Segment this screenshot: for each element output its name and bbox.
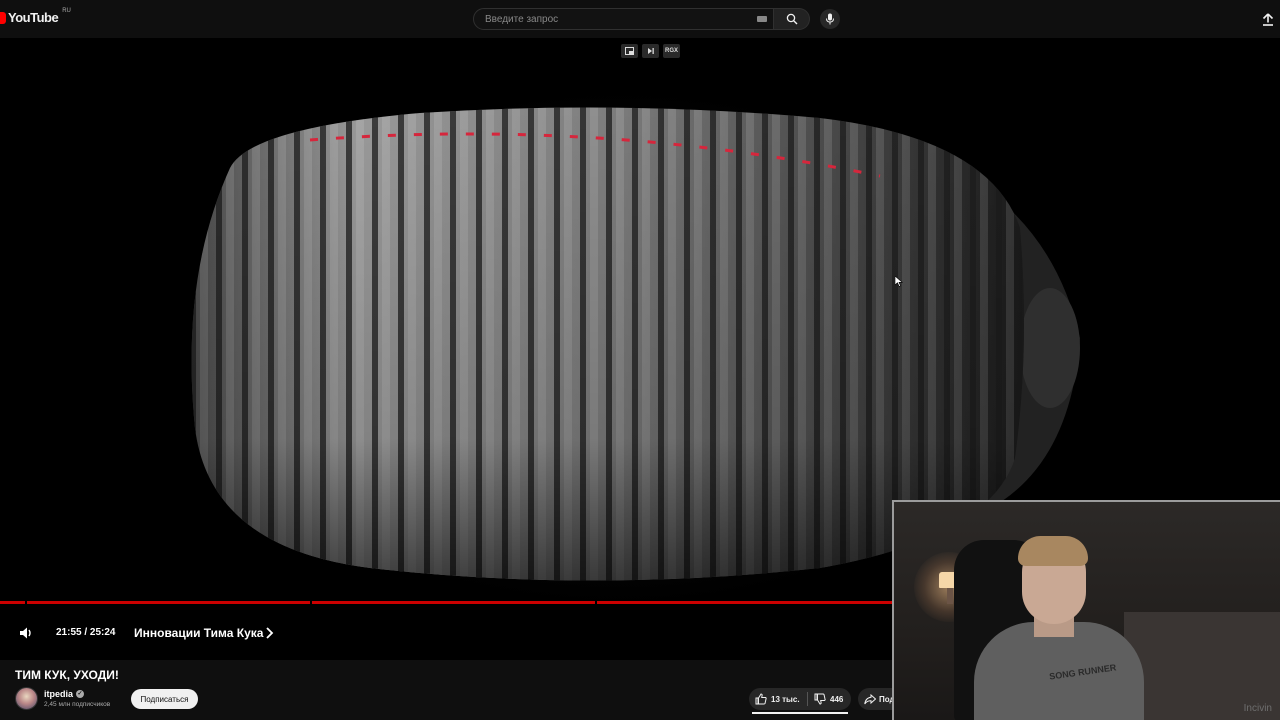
logo-text: YouTube [8, 10, 59, 25]
search-box[interactable] [473, 8, 774, 30]
mic-icon [826, 13, 834, 25]
mouse-cursor-icon [895, 276, 903, 287]
video-title: ТИМ КУК, УХОДИ! [15, 668, 119, 682]
like-count: 13 тыс. [771, 694, 800, 704]
upload-icon [1262, 12, 1274, 26]
search-icon [786, 13, 797, 25]
watermark: Incivin [1243, 703, 1272, 714]
chapter-marker [310, 601, 312, 604]
lamp-stand [947, 588, 953, 604]
speed-button[interactable]: RGX [663, 44, 680, 58]
thumbs-down-icon [814, 693, 826, 705]
skip-next-icon [647, 48, 654, 54]
time-display: 21:55 / 25:24 [56, 627, 116, 638]
chapter-marker [595, 601, 597, 604]
miniplayer-button[interactable] [621, 44, 638, 58]
youtube-play-icon [0, 11, 6, 24]
search-button[interactable] [774, 8, 810, 30]
channel-avatar[interactable] [15, 687, 38, 710]
thumbs-up-icon [755, 693, 767, 705]
keyboard-icon[interactable] [757, 16, 767, 22]
top-bar: YouTube RU [0, 0, 1280, 38]
chevron-right-icon[interactable] [263, 626, 275, 640]
chapter-title[interactable]: Инновации Тима Кука [134, 626, 263, 640]
verified-badge-icon: ✓ [76, 690, 84, 698]
search-input[interactable] [483, 12, 752, 26]
like-dislike-group: 13 тыс. 446 [749, 688, 851, 710]
share-icon [864, 693, 876, 704]
upload-button[interactable] [1260, 11, 1276, 27]
like-button[interactable]: 13 тыс. [749, 693, 807, 705]
region-code: RU [62, 7, 71, 14]
miniplayer-icon [625, 47, 634, 55]
like-ratio-bar [752, 712, 848, 714]
volume-icon[interactable] [18, 625, 34, 641]
person-hair [1018, 536, 1088, 566]
chapter-marker [25, 601, 27, 604]
subscriber-count: 2,45 млн подписчиков [44, 701, 111, 708]
youtube-logo[interactable]: YouTube RU [0, 7, 71, 25]
webcam-overlay: SONG RUNNER Incivin [892, 500, 1280, 720]
player-overlay-controls: RGX [621, 44, 680, 58]
subscribe-button[interactable]: Подписаться [131, 689, 198, 709]
dislike-button[interactable]: 446 [808, 693, 843, 705]
next-button[interactable] [642, 44, 659, 58]
voice-search-button[interactable] [820, 9, 840, 29]
channel-name[interactable]: itpedia [44, 689, 73, 699]
dislike-count: 446 [830, 694, 844, 704]
